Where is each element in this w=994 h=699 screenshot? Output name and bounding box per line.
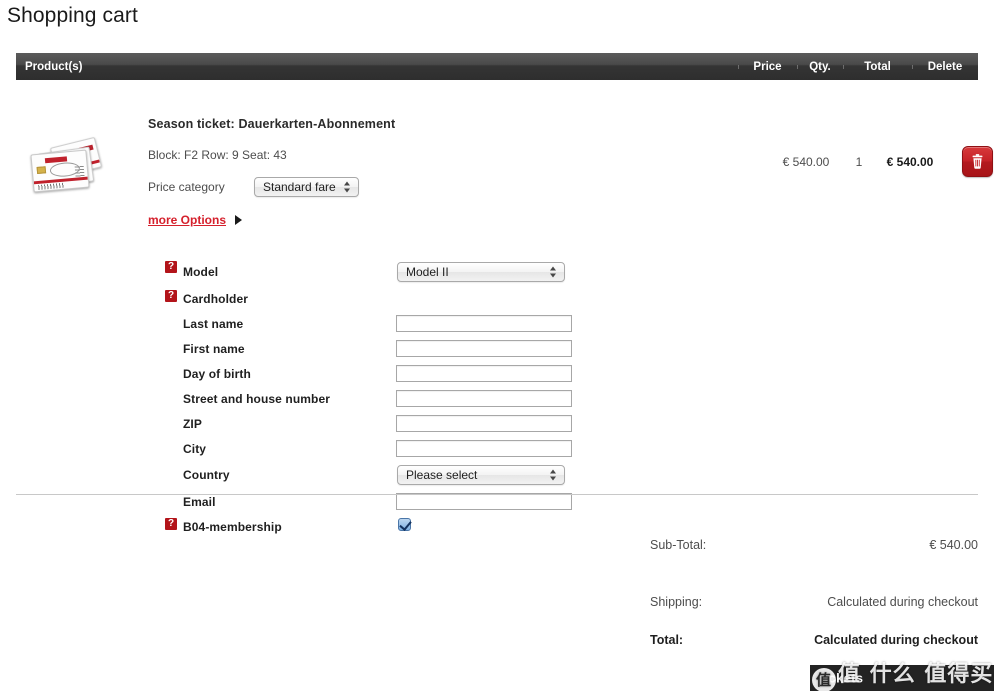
form-label-first-name: First name	[183, 341, 245, 356]
form-field-b04-membership	[398, 517, 411, 536]
form-row-first-name: First name	[16, 336, 978, 361]
chevron-updown-icon	[550, 265, 557, 278]
more-options-link[interactable]: more Options	[148, 213, 226, 227]
form-field-zip	[396, 415, 572, 433]
form-row-country: Country Please select	[16, 461, 978, 489]
bottom-footer-bar: tickets	[810, 665, 994, 691]
form-row-city: City	[16, 436, 978, 461]
model-selected-value: Model II	[406, 264, 449, 279]
cart-item-total: € 540.00	[886, 155, 934, 169]
b04-membership-checkbox[interactable]	[398, 517, 411, 531]
country-selected-value: Please select	[406, 468, 478, 482]
city-input[interactable]	[396, 440, 572, 457]
form-row-day-of-birth: Day of birth	[16, 361, 978, 386]
price-category-selected-value: Standard fare	[263, 180, 336, 194]
triangle-right-icon	[235, 215, 243, 225]
chevron-updown-icon	[343, 181, 351, 194]
form-row-b04-membership: ? B04-membership	[16, 514, 978, 539]
help-icon[interactable]: ?	[165, 290, 177, 302]
form-field-email	[396, 493, 572, 511]
cart-item-row: Season ticket: Dauerkarten-Abonnement Bl…	[16, 80, 993, 227]
form-label-email: Email	[183, 494, 216, 509]
form-label-day-of-birth: Day of birth	[183, 366, 251, 381]
form-field-last-name	[396, 315, 572, 333]
form-field-city	[396, 440, 572, 458]
form-field-day-of-birth	[396, 365, 572, 383]
first-name-input[interactable]	[396, 340, 572, 357]
column-divider	[738, 64, 739, 69]
model-select[interactable]: Model II	[397, 261, 565, 282]
column-header-total-label: Total	[864, 60, 891, 73]
cart-table-header: Product(s) Price Qty. Total Delete	[16, 53, 978, 80]
form-field-street	[396, 390, 572, 408]
cart-table: Product(s) Price Qty. Total Delete Seaso…	[16, 53, 993, 534]
column-header-price-label: Price	[753, 60, 782, 73]
help-icon[interactable]: ?	[165, 261, 177, 273]
total-label: Total:	[650, 633, 684, 647]
form-label-zip: ZIP	[183, 416, 202, 431]
form-field-first-name	[396, 340, 572, 358]
form-row-email: Email	[16, 489, 978, 514]
column-header-price: Price	[738, 61, 797, 73]
section-divider	[16, 494, 978, 495]
street-input[interactable]	[396, 390, 572, 407]
ticket-card-front-image	[30, 149, 90, 193]
subtotal-value: € 540.00	[929, 538, 978, 552]
column-divider	[843, 64, 844, 69]
form-label-cardholder: Cardholder	[183, 291, 249, 306]
column-header-total: Total	[843, 61, 912, 73]
product-options-form: ? Model Model II ? Cardholder Last name …	[16, 257, 978, 539]
delete-item-button[interactable]	[961, 146, 993, 177]
column-header-delete: Delete	[912, 61, 978, 73]
price-category-row: Price category Standard fare	[148, 177, 748, 197]
form-label-city: City	[183, 441, 207, 456]
price-category-label: Price category	[148, 180, 225, 194]
form-row-last-name: Last name	[16, 311, 978, 336]
form-row-street: Street and house number	[16, 386, 978, 411]
shipping-label: Shipping:	[650, 595, 703, 609]
zip-input[interactable]	[396, 415, 572, 432]
help-icon[interactable]: ?	[165, 518, 177, 530]
bottom-footer-text: tickets	[820, 670, 864, 686]
price-category-select[interactable]: Standard fare	[254, 177, 359, 197]
product-name: Season ticket: Dauerkarten-Abonnement	[148, 117, 396, 131]
product-thumbnail[interactable]	[30, 136, 103, 193]
form-row-cardholder: ? Cardholder	[16, 286, 978, 311]
cart-item-delete-cell	[944, 146, 994, 177]
form-field-country: Please select	[397, 465, 565, 485]
form-row-zip: ZIP	[16, 411, 978, 436]
day-of-birth-input[interactable]	[396, 365, 572, 382]
shipping-value: Calculated during checkout	[827, 595, 978, 609]
country-select[interactable]: Please select	[397, 465, 565, 485]
form-label-model: Model	[183, 264, 219, 279]
form-field-model: Model II	[397, 261, 565, 282]
form-label-last-name: Last name	[183, 316, 244, 331]
column-divider	[912, 64, 913, 69]
more-options-toggle[interactable]: more Options	[148, 213, 748, 227]
last-name-input[interactable]	[396, 315, 572, 332]
email-input[interactable]	[396, 493, 572, 510]
form-row-model: ? Model Model II	[16, 257, 978, 286]
subtotal-label: Sub-Total:	[650, 538, 707, 552]
product-info: Season ticket: Dauerkarten-Abonnement Bl…	[148, 117, 748, 227]
product-seat-info: Block: F2 Row: 9 Seat: 43	[148, 148, 287, 162]
form-label-country: Country	[183, 468, 230, 482]
total-value: Calculated during checkout	[814, 633, 978, 647]
column-header-delete-label: Delete	[927, 60, 963, 73]
column-header-qty: Qty.	[797, 61, 843, 73]
page-title: Shopping cart	[7, 4, 138, 27]
trash-icon	[972, 153, 982, 169]
column-divider	[797, 64, 798, 69]
form-label-street: Street and house number	[183, 391, 330, 406]
form-label-b04-membership: B04-membership	[183, 519, 282, 534]
chevron-updown-icon	[550, 469, 557, 482]
column-header-qty-label: Qty.	[809, 60, 831, 73]
column-header-products: Product(s)	[25, 60, 83, 73]
